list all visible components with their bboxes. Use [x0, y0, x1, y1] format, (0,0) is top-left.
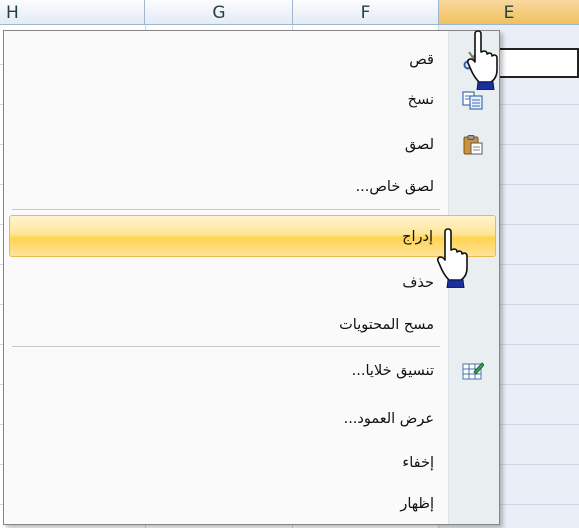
copy-icon — [462, 90, 484, 110]
format-cells-icon — [462, 361, 485, 381]
menu-item-insert[interactable]: إدراج — [9, 215, 496, 257]
column-header-row: H G F E — [0, 0, 579, 25]
paste-icon — [462, 135, 484, 155]
menu-item-label: لصق — [404, 137, 434, 153]
menu-item-label: إخفاء — [402, 455, 434, 471]
menu-item-copy[interactable]: نسخ — [9, 82, 496, 118]
menu-item-paste-special[interactable]: لصق خاص... — [9, 169, 496, 205]
menu-item-label: لصق خاص... — [355, 179, 434, 195]
column-header-g[interactable]: G — [146, 0, 293, 24]
menu-separator — [12, 209, 440, 211]
column-header-h[interactable]: H — [0, 0, 145, 24]
menu-item-label: تنسيق خلايا... — [351, 363, 434, 379]
menu-item-paste[interactable]: لصق — [9, 127, 496, 163]
column-header-e[interactable]: E — [439, 0, 579, 24]
menu-item-cut[interactable]: قص — [9, 42, 496, 78]
menu-item-label: إظهار — [400, 496, 434, 512]
menu-item-column-width[interactable]: عرض العمود... — [9, 401, 496, 437]
menu-item-format-cells[interactable]: تنسيق خلايا... — [9, 353, 496, 389]
menu-item-hide[interactable]: إخفاء — [9, 445, 496, 481]
context-menu: قص نسخ لصق لصق خاص... إدراج حذف مسح المح… — [3, 30, 500, 525]
hand-pointer-icon — [466, 30, 498, 90]
menu-item-unhide[interactable]: إظهار — [9, 486, 496, 522]
menu-item-label: قص — [409, 52, 434, 68]
menu-item-label: حذف — [402, 275, 434, 291]
menu-item-delete[interactable]: حذف — [9, 265, 496, 301]
menu-item-label: نسخ — [407, 92, 434, 108]
menu-item-label: إدراج — [402, 229, 433, 245]
menu-item-clear-contents[interactable]: مسح المحتويات — [9, 307, 496, 343]
hand-pointer-icon — [436, 228, 468, 288]
menu-item-label: مسح المحتويات — [339, 317, 434, 333]
menu-item-label: عرض العمود... — [343, 411, 434, 427]
active-cell[interactable] — [497, 48, 579, 78]
column-header-f[interactable]: F — [293, 0, 439, 24]
menu-separator — [12, 346, 440, 348]
